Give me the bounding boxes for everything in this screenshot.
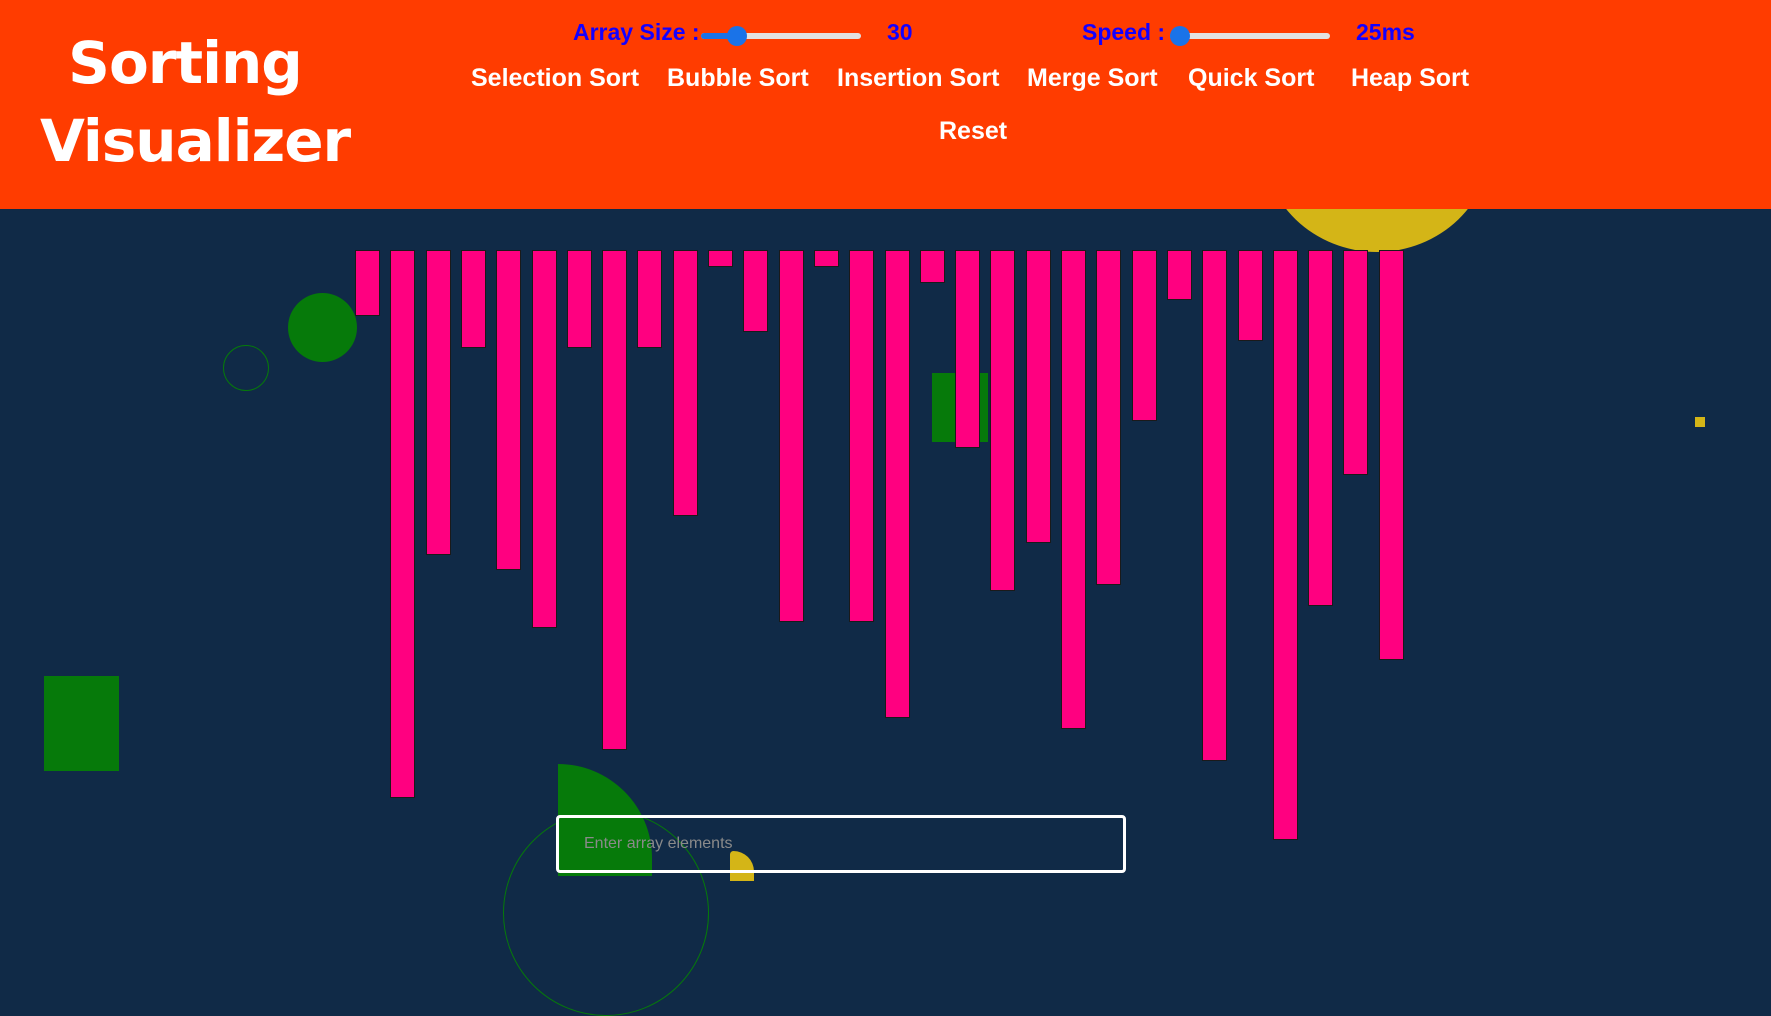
app-title-line2: Visualizer [40, 107, 351, 175]
array-bar [637, 250, 662, 348]
array-bar [1202, 250, 1227, 761]
array-size-value: 30 [887, 19, 913, 45]
heap-sort-button[interactable]: Heap Sort [1351, 64, 1469, 93]
array-bar [567, 250, 592, 348]
array-size-slider[interactable] [701, 26, 861, 46]
insertion-sort-button[interactable]: Insertion Sort [837, 64, 1000, 93]
array-bar [355, 250, 380, 316]
array-bar [532, 250, 557, 628]
reset-button[interactable]: Reset [939, 117, 1007, 146]
array-bar [1061, 250, 1086, 729]
array-bar [990, 250, 1015, 591]
array-bar [673, 250, 698, 516]
quick-sort-button[interactable]: Quick Sort [1188, 64, 1314, 93]
array-bar [1026, 250, 1051, 543]
array-bar [1308, 250, 1333, 606]
selection-sort-button[interactable]: Selection Sort [471, 64, 639, 93]
bubble-sort-button[interactable]: Bubble Sort [667, 64, 809, 93]
array-bar [426, 250, 451, 555]
array-bar [1343, 250, 1368, 475]
speed-slider-thumb[interactable] [1170, 26, 1190, 46]
array-bar [390, 250, 415, 798]
array-bar [1238, 250, 1263, 341]
array-bar [849, 250, 874, 622]
array-bar [814, 250, 839, 267]
array-bar [779, 250, 804, 622]
speed-value: 25ms [1356, 19, 1415, 45]
array-bar [708, 250, 733, 267]
array-bar [461, 250, 486, 348]
header-bar: Sorting Visualizer Array Size : 30 Speed… [0, 0, 1771, 209]
array-bar [955, 250, 980, 448]
array-bar [602, 250, 627, 750]
array-bar [885, 250, 910, 718]
merge-sort-button[interactable]: Merge Sort [1027, 64, 1158, 93]
array-bar [1379, 250, 1404, 660]
speed-slider[interactable] [1170, 26, 1330, 46]
array-input[interactable] [556, 815, 1126, 873]
array-bar [1096, 250, 1121, 585]
array-bar [1273, 250, 1298, 840]
app-title: Sorting Visualizer [40, 24, 351, 180]
speed-label: Speed : [1082, 19, 1166, 45]
array-size-slider-thumb[interactable] [727, 26, 747, 46]
array-bar [1167, 250, 1192, 300]
array-size-label: Array Size : [573, 19, 700, 45]
array-bar [920, 250, 945, 283]
array-bar [1132, 250, 1157, 421]
array-bar [743, 250, 768, 332]
array-bar [496, 250, 521, 570]
app-title-line1: Sorting [68, 29, 303, 97]
